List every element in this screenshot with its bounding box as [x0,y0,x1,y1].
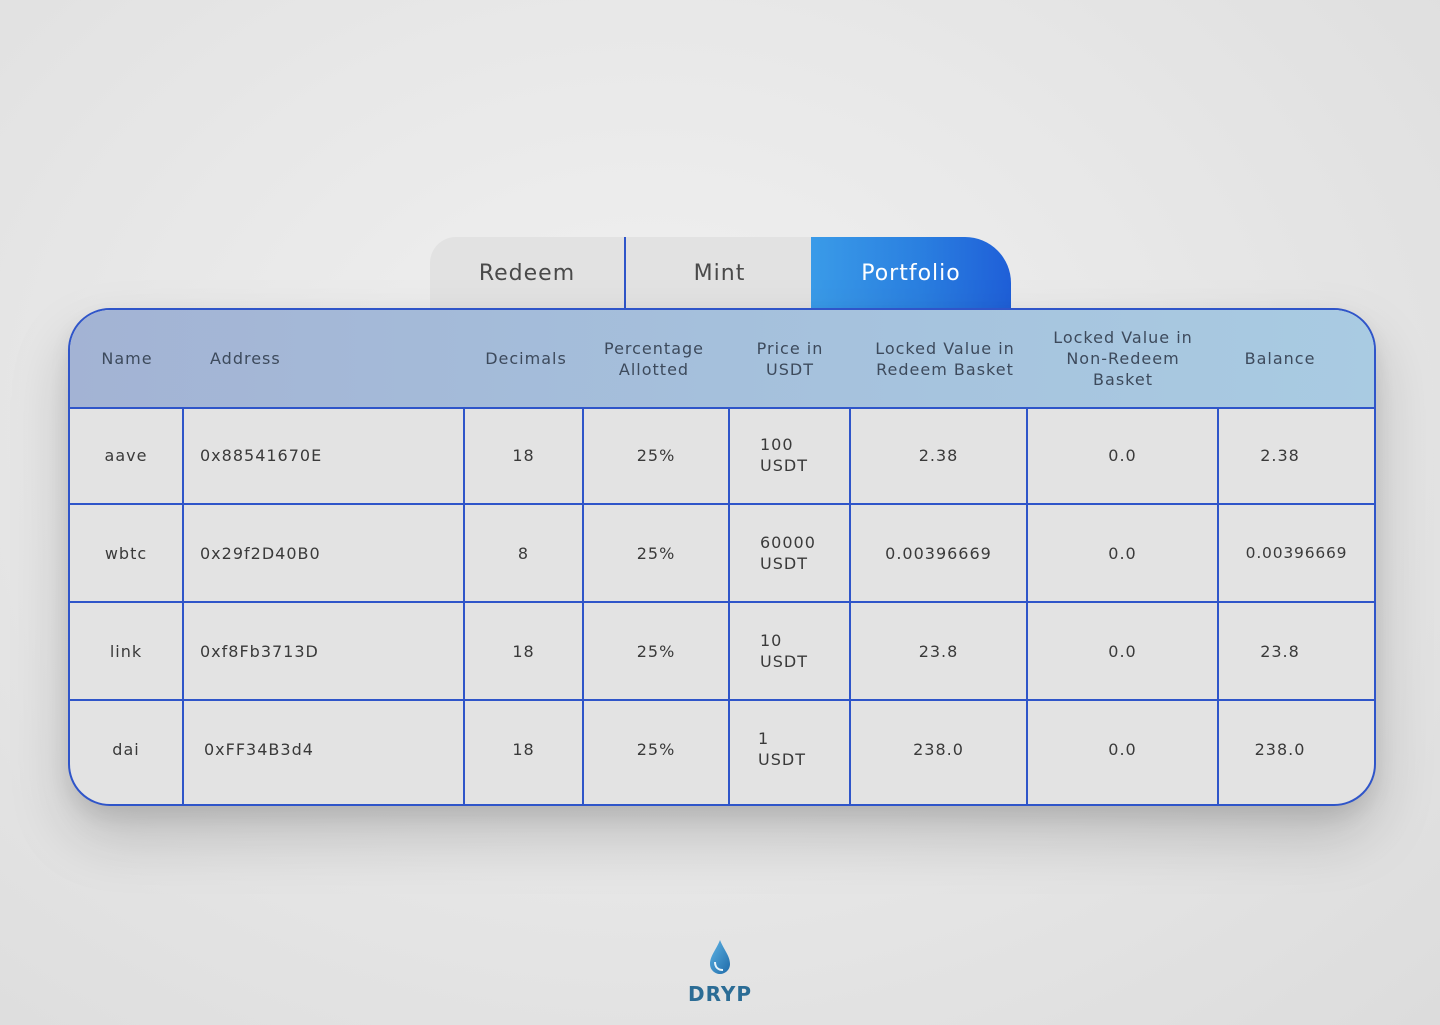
cell-decimals: 18 [512,641,535,661]
cell-price: 100 USDT [760,435,808,475]
water-drop-icon [710,940,730,974]
cell-name: wbtc [104,543,148,563]
cell-price: 60000 USDT [760,533,816,573]
table-header: Name Address Decimals Percentage Allotte… [70,310,1374,409]
cell-name: aave [104,445,148,465]
cell-locked-redeem: 2.38 [918,445,959,465]
cell-percentage: 25% [636,445,676,465]
col-header-price: Price in USDT [756,338,824,379]
cell-percentage: 25% [636,739,676,759]
col-header-locked-non-redeem: Locked Value in Non-Redeem Basket [1053,328,1193,389]
tab-bar: Redeem Mint Portfolio [430,237,1011,309]
cell-locked-non-redeem: 0.0 [1108,543,1137,563]
col-header-locked-redeem: Locked Value in Redeem Basket [875,338,1015,379]
col-header-balance: Balance [1244,349,1316,368]
col-header-name: Name [101,349,153,368]
portfolio-table: Name Address Decimals Percentage Allotte… [68,308,1376,806]
cell-locked-non-redeem: 0.0 [1108,641,1137,661]
cell-balance: 0.00396669 [1245,543,1348,562]
cell-locked-non-redeem: 0.0 [1108,739,1137,759]
cell-percentage: 25% [636,641,676,661]
tab-mint[interactable]: Mint [624,237,813,309]
cell-decimals: 8 [517,543,530,563]
cell-locked-redeem: 23.8 [918,641,959,661]
cell-balance: 23.8 [1260,641,1300,661]
cell-balance: 2.38 [1260,445,1300,465]
cell-percentage: 25% [636,543,676,563]
brand-logo: DRYP [680,938,760,1006]
cell-locked-redeem: 0.00396669 [885,543,992,563]
cell-balance: 238.0 [1254,739,1306,759]
cell-decimals: 18 [512,445,535,465]
cell-decimals: 18 [512,739,535,759]
cell-name: link [109,641,143,661]
cell-locked-redeem: 238.0 [913,739,964,759]
cell-address: 0x29f2D40B0 [200,543,321,563]
cell-locked-non-redeem: 0.0 [1108,445,1137,465]
cell-address: 0xf8Fb3713D [200,641,319,661]
column-divider [728,407,730,804]
cell-name: dai [112,739,140,759]
cell-address: 0xFF34B3d4 [204,739,314,759]
col-header-percentage: Percentage Allotted [603,338,704,379]
col-header-decimals: Decimals [485,349,567,368]
cell-address: 0x88541670E [200,445,323,465]
brand-name: DRYP [687,982,753,1006]
cell-price: 1 USDT [758,729,806,769]
tab-redeem[interactable]: Redeem [430,237,624,309]
tab-portfolio[interactable]: Portfolio [811,237,1011,309]
cell-price: 10 USDT [760,631,808,671]
